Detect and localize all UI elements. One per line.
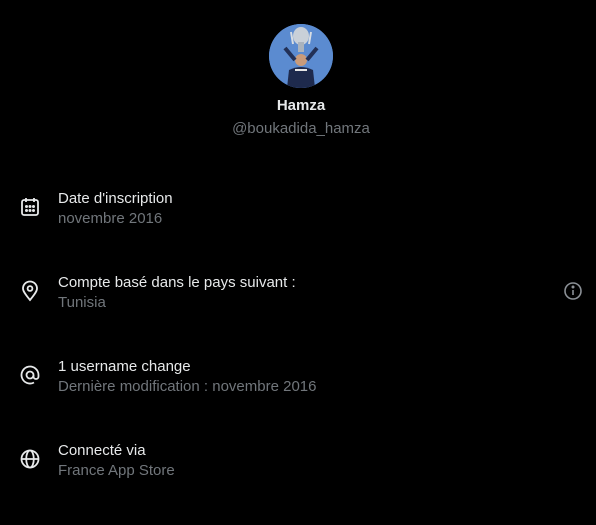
calendar-icon — [19, 196, 41, 218]
profile-name: Hamza — [276, 97, 326, 114]
at-sign-icon — [19, 364, 41, 386]
row-account-country: Compte basé dans le pays suivant : Tunis… — [0, 274, 596, 318]
profile-handle: @boukadida_hamza — [232, 120, 370, 137]
info-icon[interactable] — [562, 280, 584, 302]
row-subtitle: Tunisia — [58, 294, 106, 311]
row-connected-via: Connecté via France App Store — [0, 442, 596, 486]
profile-header: Hamza @boukadida_hamza — [0, 24, 596, 137]
row-subtitle: novembre 2016 — [58, 210, 163, 227]
row-subtitle: France App Store — [58, 462, 175, 479]
row-subtitle: Dernière modification : novembre 2016 — [58, 378, 317, 395]
row-title: Connecté via — [58, 442, 146, 459]
row-join-date: Date d'inscription novembre 2016 — [0, 190, 596, 234]
account-info-panel: Hamza @boukadida_hamza Date d'inscriptio… — [0, 0, 596, 525]
globe-icon — [19, 448, 41, 470]
location-pin-icon — [19, 280, 41, 302]
row-title: 1 username change — [58, 358, 191, 375]
row-title: Compte basé dans le pays suivant : — [58, 274, 296, 291]
row-title: Date d'inscription — [58, 190, 173, 207]
avatar[interactable] — [269, 24, 333, 88]
row-username-change: 1 username change Dernière modification … — [0, 358, 596, 402]
